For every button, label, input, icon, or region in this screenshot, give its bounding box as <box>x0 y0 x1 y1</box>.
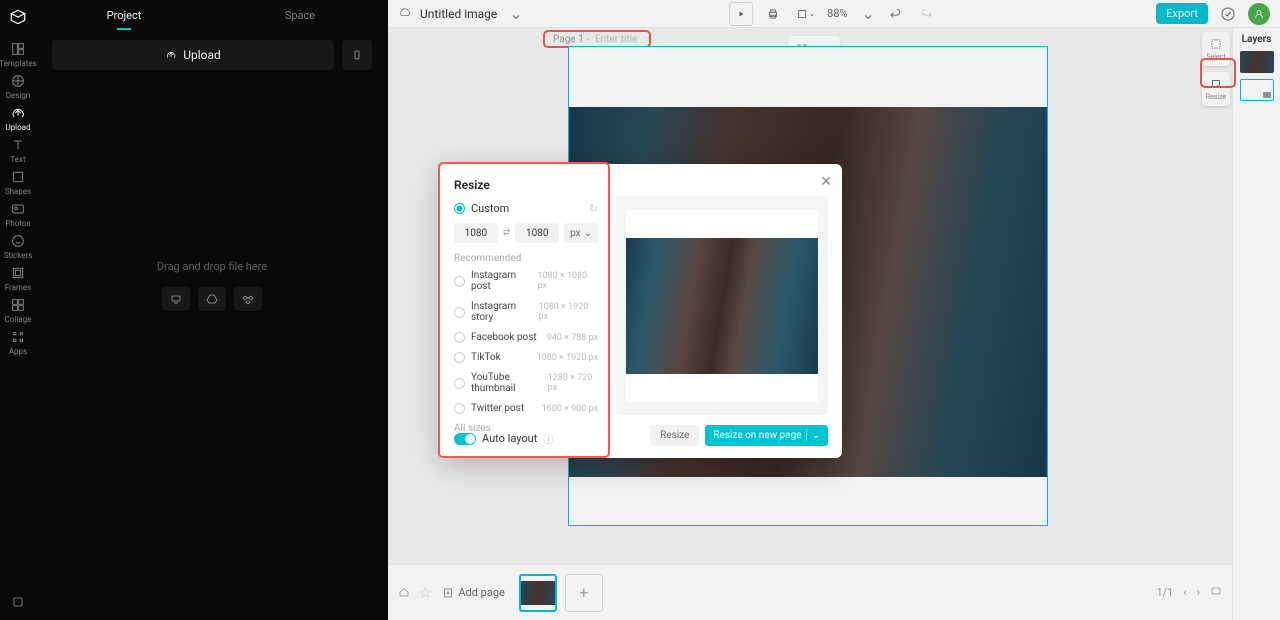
auto-layout-toggle[interactable] <box>454 433 476 445</box>
modal-title: Resize <box>454 178 598 192</box>
chevron-down-icon[interactable]: ⌄ <box>806 430 820 441</box>
custom-label: Custom <box>471 202 509 215</box>
resize-button[interactable]: Resize <box>650 425 699 446</box>
unit-select[interactable]: px⌄ <box>564 223 598 243</box>
preset-tiktok[interactable]: TikTok1080 × 1920 px <box>454 352 598 363</box>
preset-instagram-story[interactable]: Instagram story1080 × 1920 px <box>454 301 598 323</box>
preset-instagram-post[interactable]: Instagram post1080 × 1080 px <box>454 270 598 292</box>
auto-layout-label: Auto layout <box>482 432 537 445</box>
custom-radio[interactable] <box>454 203 465 214</box>
info-icon[interactable]: ⓘ <box>543 431 553 446</box>
preview-box <box>616 196 828 415</box>
close-button[interactable]: ✕ <box>820 174 832 190</box>
preview-image <box>626 238 818 374</box>
preset-facebook-post[interactable]: Facebook post940 × 788 px <box>454 332 598 343</box>
height-input[interactable]: 1080 <box>515 223 559 243</box>
width-input[interactable]: 1080 <box>454 223 498 243</box>
recommended-label: Recommended <box>454 253 598 264</box>
resize-modal: Resize Custom ↻ 1080 ⇄ 1080 px⌄ Recommen… <box>440 164 842 458</box>
link-icon[interactable]: ⇄ <box>503 228 511 238</box>
preset-youtube-thumbnail[interactable]: YouTube thumbnail1280 × 720 px <box>454 372 598 394</box>
preset-twitter-post[interactable]: Twitter post1600 × 900 px <box>454 403 598 414</box>
refresh-icon[interactable]: ↻ <box>589 202 598 215</box>
resize-new-page-button[interactable]: Resize on new page⌄ <box>705 425 828 446</box>
